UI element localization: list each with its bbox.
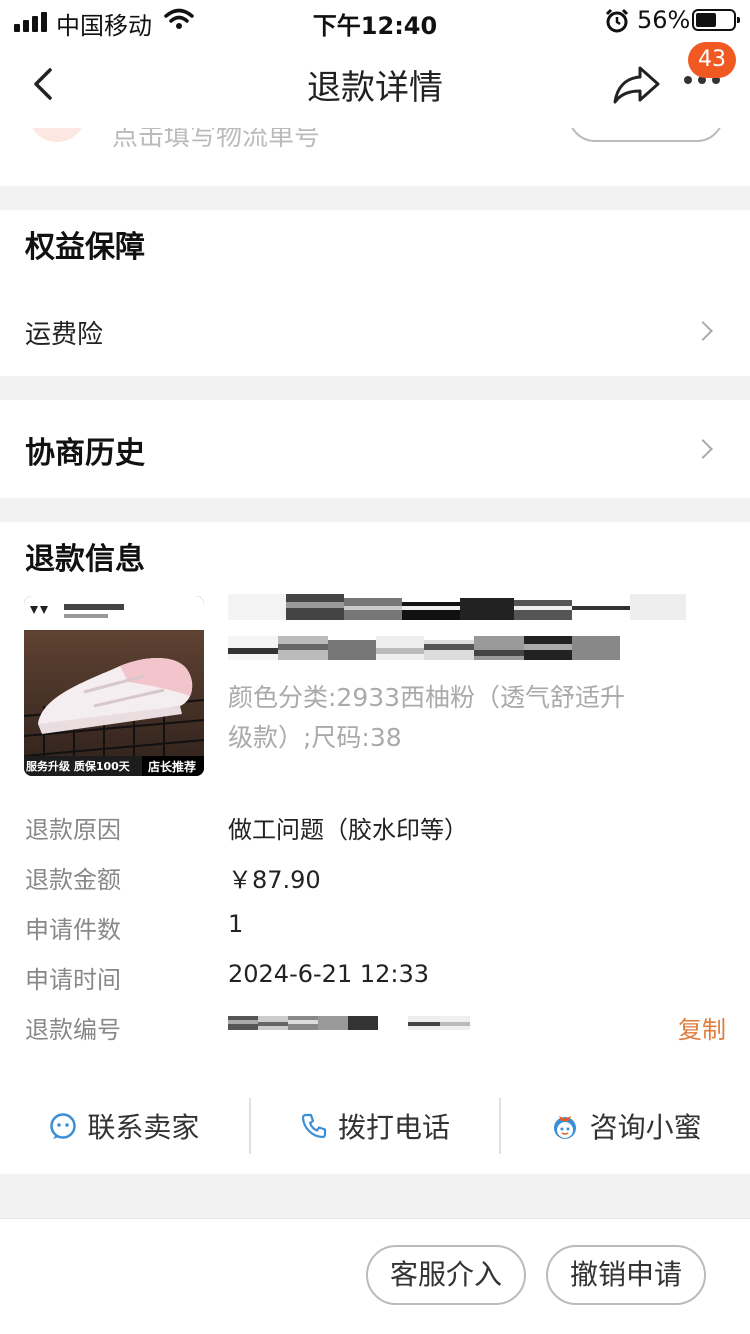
share-icon[interactable] <box>612 62 662 106</box>
alarm-icon <box>605 8 629 33</box>
rights-card: 权益保障 运费险 <box>0 210 750 376</box>
image-banner-right: 店长推荐 <box>148 760 197 774</box>
logistics-hint: 点击填写物流单号 <box>112 128 321 152</box>
bottom-bar: 客服介入 撤销申请 <box>0 1218 750 1334</box>
chevron-right-icon <box>693 439 713 459</box>
contact-seller-button[interactable]: 联系卖家 <box>0 1098 249 1154</box>
history-heading: 协商历史 <box>25 436 145 471</box>
refund-info-heading: 退款信息 <box>25 542 145 577</box>
quantity-value: 1 <box>228 910 244 938</box>
fill-logistics-button[interactable] <box>568 128 724 142</box>
copy-button[interactable]: 复制 <box>678 1010 726 1045</box>
phone-icon <box>301 1113 327 1139</box>
call-button[interactable]: 拨打电话 <box>251 1098 500 1154</box>
logistics-entry: 点击填写物流单号 <box>0 128 750 186</box>
battery-percent: 56% <box>637 6 691 34</box>
quantity-label: 申请件数 <box>25 916 121 944</box>
chevron-right-icon <box>693 321 713 341</box>
refund-number-label: 退款编号 <box>25 1016 121 1044</box>
apply-time-label: 申请时间 <box>25 966 121 994</box>
action-bar: 联系卖家 拨打电话 咨询小蜜 <box>0 1098 750 1154</box>
image-banner-left: 服务升级 质保100天 <box>26 760 130 773</box>
nav-bar: 退款详情 43 <box>0 40 750 128</box>
product-image[interactable]: 服务升级 质保100天 店长推荐 <box>24 596 204 776</box>
message-badge: 43 <box>688 42 736 78</box>
contact-seller-label: 联系卖家 <box>87 1111 200 1144</box>
product-spec-line1: 颜色分类:2933西柚粉（透气舒适升 <box>228 683 626 712</box>
refund-reason-value: 做工问题（胶水印等） <box>228 816 468 844</box>
battery-icon <box>692 9 740 31</box>
apply-time-value: 2024-6-21 12:33 <box>228 960 429 988</box>
product-title-redacted <box>228 594 686 660</box>
refund-amount-value: ￥87.90 <box>228 866 321 894</box>
product-spec: 颜色分类:2933西柚粉（透气舒适升 级款）;尺码:38 <box>228 678 625 758</box>
logistics-avatar <box>28 128 86 142</box>
assistant-icon <box>553 1116 576 1139</box>
product-spec-line2: 级款）;尺码:38 <box>228 723 402 752</box>
refund-number-redacted <box>228 1016 470 1030</box>
status-bar: 中国移动 下午12:40 56% <box>0 0 750 40</box>
refund-info-card: 退款信息 服务升级 质保100天 店长推荐 颜色分类:2933西柚粉（透气舒适升… <box>0 522 750 1174</box>
call-label: 拨打电话 <box>338 1111 451 1144</box>
refund-amount-label: 退款金额 <box>25 866 121 894</box>
rights-heading: 权益保障 <box>25 230 145 265</box>
refund-reason-label: 退款原因 <box>25 816 121 844</box>
cancel-request-button[interactable]: 撤销申请 <box>546 1245 706 1305</box>
customer-service-button[interactable]: 客服介入 <box>366 1245 526 1305</box>
shipping-insurance-row[interactable]: 运费险 <box>0 300 750 376</box>
history-card[interactable]: 协商历史 <box>0 400 750 498</box>
shoe-illustration <box>24 596 204 776</box>
assistant-label: 咨询小蜜 <box>589 1111 702 1144</box>
assistant-button[interactable]: 咨询小蜜 <box>501 1098 750 1154</box>
chat-face-icon <box>50 1113 77 1139</box>
shipping-insurance-label: 运费险 <box>25 320 104 350</box>
